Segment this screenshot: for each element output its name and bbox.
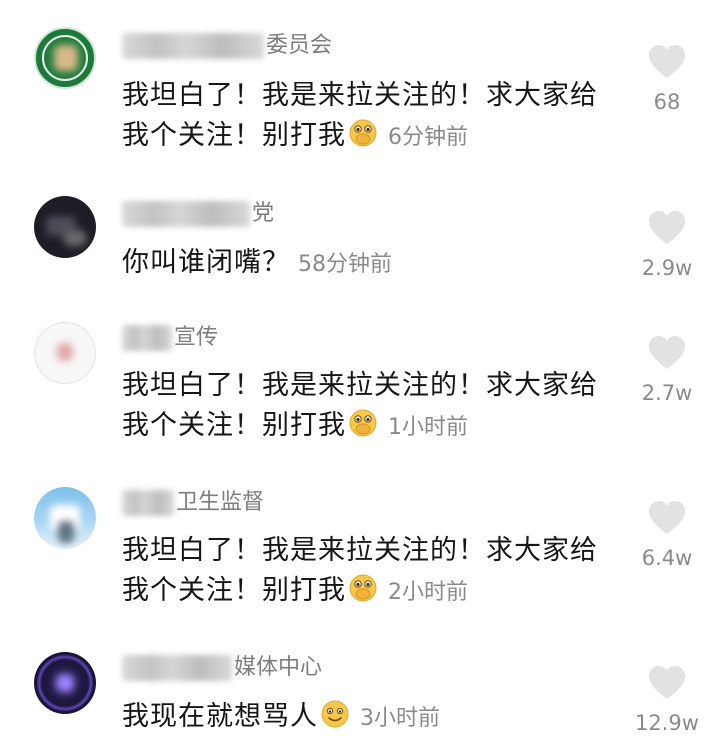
username[interactable]: 委员会 (122, 30, 332, 62)
heart-icon (649, 666, 685, 699)
username[interactable]: 党 (122, 198, 274, 230)
like-count: 12.9w (635, 711, 699, 735)
like-button[interactable]: 6.4w (632, 500, 702, 570)
comment-time: 2小时前 (388, 580, 468, 605)
comment-item: 卫生监督 我坦白了！我是来拉关注的！求大家给 我个关注！别打我 2小时前 6.4w (0, 470, 720, 635)
comment-text: 我坦白了！我是来拉关注的！求大家给 我个关注！别打我 1小时前 (122, 366, 634, 448)
heart-icon (649, 211, 685, 244)
like-count: 68 (653, 90, 681, 114)
pleading-hands-face-icon (349, 409, 377, 437)
avatar[interactable] (34, 652, 96, 714)
avatar[interactable] (34, 487, 96, 549)
username-suffix: 卫生监督 (176, 490, 265, 515)
username-suffix: 党 (252, 201, 275, 226)
heart-icon (649, 45, 685, 78)
like-button[interactable]: 2.9w (632, 210, 702, 280)
comment-text: 你叫谁闭嘴？ 58分钟前 (122, 243, 634, 285)
smiling-face-icon (321, 700, 349, 728)
comment-text-line: 我个关注！别打我 (122, 410, 346, 441)
comment-item: 委员会 我坦白了！我是来拉关注的！求大家给 我个关注！别打我 6分钟前 68 (0, 0, 720, 165)
username[interactable]: 宣传 (122, 322, 218, 354)
comment-text-line: 我个关注！别打我 (122, 575, 346, 606)
like-count: 2.7w (641, 381, 693, 405)
comment-text: 我坦白了！我是来拉关注的！求大家给 我个关注！别打我 2小时前 (122, 531, 634, 613)
like-button[interactable]: 68 (632, 44, 702, 114)
like-count: 6.4w (641, 546, 693, 570)
username-suffix: 委员会 (266, 33, 333, 58)
comment-text: 我坦白了！我是来拉关注的！求大家给 我个关注！别打我 6分钟前 (122, 76, 634, 158)
username[interactable]: 卫生监督 (122, 487, 264, 519)
like-button[interactable]: 2.7w (632, 335, 702, 405)
comment-item: 党 你叫谁闭嘴？ 58分钟前 2.9w (0, 165, 720, 305)
username[interactable]: 媒体中心 (122, 652, 322, 684)
heart-icon (649, 501, 685, 534)
comment-text-line: 我现在就想骂人 (122, 701, 318, 732)
avatar[interactable] (34, 322, 96, 384)
avatar[interactable] (34, 196, 96, 258)
pleading-hands-face-icon (349, 119, 377, 147)
like-button[interactable]: 12.9w (632, 665, 702, 735)
comment-text-line: 你叫谁闭嘴？ (122, 247, 290, 278)
like-count: 2.9w (641, 256, 693, 280)
comment-text: 我现在就想骂人 3小时前 (122, 697, 634, 739)
comment-time: 58分钟前 (298, 252, 392, 277)
comment-text-line: 我坦白了！我是来拉关注的！求大家给 (122, 80, 598, 111)
comment-text-line: 我个关注！别打我 (122, 120, 346, 151)
comment-text-line: 我坦白了！我是来拉关注的！求大家给 (122, 370, 598, 401)
comment-time: 3小时前 (360, 706, 440, 731)
comment-time: 1小时前 (388, 415, 468, 440)
comment-item: 媒体中心 我现在就想骂人 3小时前 12.9w (0, 635, 720, 752)
pleading-hands-face-icon (349, 574, 377, 602)
username-suffix: 媒体中心 (234, 655, 323, 680)
avatar[interactable] (34, 27, 96, 89)
comment-time: 6分钟前 (388, 125, 468, 150)
heart-icon (649, 336, 685, 369)
comment-text-line: 我坦白了！我是来拉关注的！求大家给 (122, 535, 598, 566)
comment-item: 宣传 我坦白了！我是来拉关注的！求大家给 我个关注！别打我 1小时前 2.7w (0, 305, 720, 470)
username-suffix: 宣传 (174, 325, 219, 350)
